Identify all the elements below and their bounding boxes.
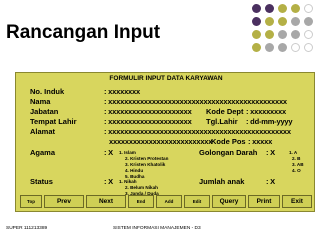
dot-icon xyxy=(265,30,274,39)
navigation-button-bar: Top Prev Next End Add Edit Query Print E… xyxy=(20,195,312,209)
dot-icon xyxy=(265,4,274,13)
prev-button[interactable]: Prev xyxy=(44,195,84,208)
dot-icon xyxy=(291,17,300,26)
dot-icon xyxy=(265,17,274,26)
golongan-option: 4. O xyxy=(292,168,301,173)
jumlah-anak-label: Jumlah anak xyxy=(199,177,245,186)
tempat-lahir-label: Tempat Lahir xyxy=(30,117,77,126)
status-field[interactable]: : X xyxy=(104,177,113,186)
query-button[interactable]: Query xyxy=(212,195,246,208)
dot-icon xyxy=(304,17,313,26)
dot-icon xyxy=(252,17,261,26)
next-button[interactable]: Next xyxy=(86,195,126,208)
tgl-lahir-label: Tgl.Lahir xyxy=(206,117,238,126)
dot-icon xyxy=(252,30,261,39)
dot-icon xyxy=(278,17,287,26)
dot-icon xyxy=(252,43,261,52)
nama-field[interactable]: : xxxxxxxxxxxxxxxxxxxxxxxxxxxxxxxxxxxxxx… xyxy=(104,97,287,106)
print-button[interactable]: Print xyxy=(248,195,280,208)
dot-icon xyxy=(291,43,300,52)
footer-course-title: SISTEM INFORMASI MANAJEMEN - D3 xyxy=(113,226,201,231)
footer-author-id: SUPER 111213389 xyxy=(6,226,48,231)
jumlah-anak-field[interactable]: : X xyxy=(266,177,275,186)
tempat-lahir-field[interactable]: : xxxxxxxxxxxxxxxxxxxxx xyxy=(104,117,192,126)
golongan-darah-field[interactable]: : X xyxy=(266,148,275,157)
no-induk-field[interactable]: : xxxxxxxx xyxy=(104,87,140,96)
kode-dept-field[interactable]: : xxxxxxxxx xyxy=(246,107,286,116)
dot-icon xyxy=(304,43,313,52)
agama-field[interactable]: : X xyxy=(104,148,113,157)
dot-icon xyxy=(252,4,261,13)
no-induk-label: No. Induk xyxy=(30,87,65,96)
edit-button[interactable]: Edit xyxy=(184,195,210,208)
alamat-field-line2[interactable]: xxxxxxxxxxxxxxxxxxxxxxxxxx xyxy=(109,137,212,146)
top-button[interactable]: Top xyxy=(20,195,42,208)
agama-label: Agama xyxy=(30,148,56,157)
add-button[interactable]: Add xyxy=(156,195,182,208)
dot-icon xyxy=(304,4,313,13)
alamat-field[interactable]: : xxxxxxxxxxxxxxxxxxxxxxxxxxxxxxxxxxxxxx… xyxy=(104,127,291,136)
kode-pos-label: Kode Pos xyxy=(211,137,246,146)
status-label: Status xyxy=(30,177,53,186)
dot-icon xyxy=(304,30,313,39)
kode-pos-field[interactable]: : xxxxx xyxy=(248,137,272,146)
slide-title: Rancangan Input xyxy=(6,22,161,43)
dot-icon xyxy=(278,4,287,13)
dot-icon xyxy=(291,4,300,13)
dot-icon xyxy=(278,43,287,52)
alamat-label: Alamat xyxy=(30,127,56,136)
dot-icon xyxy=(278,30,287,39)
end-button[interactable]: End xyxy=(128,195,154,208)
kode-dept-label: Kode Dept xyxy=(206,107,244,116)
input-form-panel: FORMULIR INPUT DATA KARYAWAN No. Induk :… xyxy=(15,72,315,212)
dot-icon xyxy=(291,30,300,39)
exit-button[interactable]: Exit xyxy=(282,195,312,208)
jabatan-field[interactable]: : xxxxxxxxxxxxxxxxxxxxx xyxy=(104,107,192,116)
golongan-darah-label: Golongan Darah xyxy=(199,148,258,157)
form-title: FORMULIR INPUT DATA KARYAWAN xyxy=(109,75,223,82)
dot-icon xyxy=(265,43,274,52)
tgl-lahir-field[interactable]: : dd-mm-yyyy xyxy=(246,117,293,126)
jabatan-label: Jabatan xyxy=(30,107,59,116)
nama-label: Nama xyxy=(30,97,51,106)
